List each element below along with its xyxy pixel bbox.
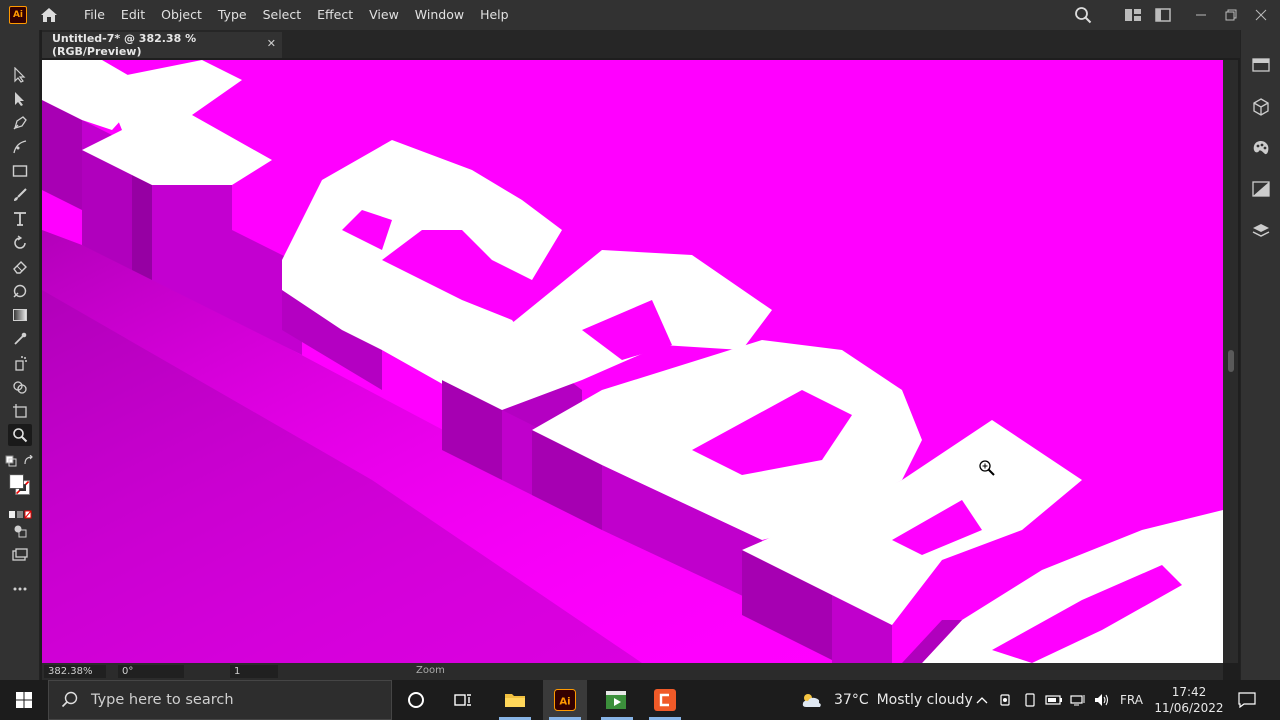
document-tab-title: Untitled-7* @ 382.38 % (RGB/Preview) [52, 32, 197, 58]
artwork-3d-text [42, 60, 1223, 663]
chevron-up-icon[interactable] [970, 696, 994, 704]
main-menu: File Edit Object Type Select Effect View… [76, 0, 517, 30]
windows-logo-icon [16, 692, 32, 708]
search-placeholder: Type here to search [91, 692, 234, 708]
fill-stroke-swatches[interactable] [8, 470, 32, 500]
selection-tool-icon[interactable] [8, 64, 32, 86]
weather-description: Mostly cloudy [876, 692, 973, 708]
svg-text:Ai: Ai [559, 697, 570, 708]
eyedropper-tool-icon[interactable] [8, 328, 32, 350]
artboard-canvas[interactable] [42, 60, 1223, 663]
menu-bar: Ai File Edit Object Type Select Effect V… [0, 0, 1280, 30]
artboard-number-field[interactable]: 1 [230, 665, 278, 678]
volume-icon[interactable] [1090, 693, 1114, 707]
tab-close-icon[interactable]: ✕ [267, 37, 276, 50]
clock-time: 17:42 [1171, 685, 1207, 699]
menu-file[interactable]: File [76, 0, 113, 30]
symbol-sprayer-tool-icon[interactable] [8, 352, 32, 374]
window-controls [1068, 0, 1280, 30]
weather-temperature: 37°C [834, 692, 869, 708]
menu-select[interactable]: Select [255, 0, 310, 30]
restore-icon[interactable] [1216, 0, 1246, 30]
illustrator-logo: Ai [9, 6, 27, 24]
document-tab[interactable]: Untitled-7* @ 382.38 % (RGB/Preview) ✕ [42, 32, 282, 58]
gradient-panel-icon[interactable] [1249, 176, 1273, 202]
input-language[interactable]: FRA [1120, 680, 1143, 720]
document-tab-bar: Untitled-7* @ 382.38 % (RGB/Preview) ✕ [42, 30, 1240, 58]
shape-builder-tool-icon[interactable] [8, 376, 32, 398]
clock-date: 11/06/2022 [1154, 701, 1224, 715]
rotate-tool-icon[interactable] [8, 232, 32, 254]
type-tool-icon[interactable] [8, 208, 32, 230]
illustrator-taskbar-icon[interactable]: Ai [543, 680, 587, 720]
draw-mode-icon[interactable] [8, 520, 32, 542]
status-mode-label: Zoom [416, 665, 445, 676]
pen-tool-icon[interactable] [8, 112, 32, 134]
weather-widget[interactable]: 37°C Mostly cloudy [800, 680, 973, 720]
layers-icon[interactable] [1249, 218, 1273, 244]
cortana-icon[interactable] [394, 680, 438, 720]
network-icon[interactable] [1066, 694, 1090, 706]
color-palette-icon[interactable] [1249, 135, 1273, 161]
cloud-icon [802, 694, 821, 707]
scrollbar-thumb[interactable] [1228, 350, 1234, 372]
close-icon[interactable] [1246, 0, 1276, 30]
mobile-device-icon[interactable] [1018, 693, 1042, 707]
screen-mode-icon[interactable] [8, 544, 32, 566]
menu-window[interactable]: Window [407, 0, 472, 30]
swap-colors-icon[interactable] [22, 450, 36, 472]
windows-taskbar: Type here to search Ai 37°C Mostly cloud… [0, 680, 1280, 720]
paintbrush-tool-icon[interactable] [8, 184, 32, 206]
3d-materials-icon[interactable] [1249, 94, 1273, 120]
panel-dock [1240, 30, 1280, 680]
free-transform-tool-icon[interactable] [8, 280, 32, 302]
file-explorer-icon[interactable] [493, 680, 537, 720]
taskbar-search-box[interactable]: Type here to search [48, 680, 392, 720]
status-bar: 382.38% 0° 1 Zoom [42, 663, 1223, 680]
zoom-level-field[interactable]: 382.38% [44, 665, 106, 678]
menu-type[interactable]: Type [210, 0, 255, 30]
eraser-tool-icon[interactable] [8, 256, 32, 278]
properties-panel-icon[interactable] [1249, 52, 1273, 78]
notification-center-icon[interactable] [1232, 680, 1262, 720]
artboard-tool-icon[interactable] [8, 400, 32, 422]
menu-help[interactable]: Help [472, 0, 517, 30]
menu-object[interactable]: Object [153, 0, 210, 30]
more-tools-icon[interactable] [8, 578, 32, 600]
system-tray [970, 680, 1114, 720]
tools-panel [0, 30, 40, 680]
task-view-icon[interactable] [441, 680, 485, 720]
direct-selection-tool-icon[interactable] [8, 88, 32, 110]
app-window: Ai File Edit Object Type Select Effect V… [0, 0, 1280, 720]
menu-view[interactable]: View [361, 0, 407, 30]
search-icon [61, 691, 79, 709]
default-colors-icon[interactable] [4, 450, 18, 472]
screen-recorder-icon[interactable] [643, 680, 687, 720]
workspace-icon[interactable] [1148, 0, 1178, 30]
curvature-tool-icon[interactable] [8, 136, 32, 158]
menu-edit[interactable]: Edit [113, 0, 153, 30]
minimize-icon[interactable] [1186, 0, 1216, 30]
search-icon[interactable] [1068, 0, 1098, 30]
vertical-scrollbar[interactable] [1223, 60, 1238, 663]
video-editor-icon[interactable] [595, 680, 639, 720]
rotation-field[interactable]: 0° [118, 665, 184, 678]
arrange-documents-icon[interactable] [1118, 0, 1148, 30]
zoom-tool-icon[interactable] [8, 424, 32, 446]
rectangle-tool-icon[interactable] [8, 160, 32, 182]
menu-effect[interactable]: Effect [309, 0, 361, 30]
system-clock[interactable]: 17:42 11/06/2022 [1150, 684, 1228, 716]
meet-now-icon[interactable] [994, 693, 1018, 707]
home-icon[interactable] [38, 4, 60, 26]
battery-icon[interactable] [1042, 695, 1066, 705]
gradient-tool-icon[interactable] [8, 304, 32, 326]
start-button[interactable] [0, 680, 48, 720]
